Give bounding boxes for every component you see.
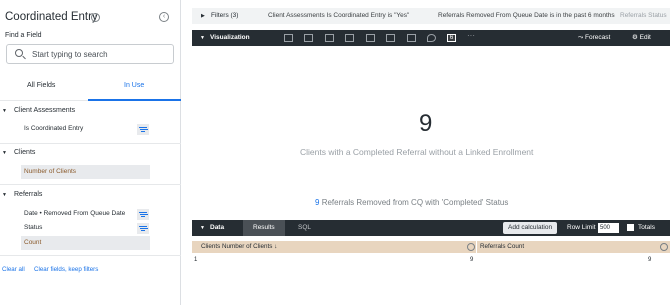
field-search-input[interactable]: Start typing to search (6, 44, 174, 64)
group-client-assessments[interactable]: Client Assessments (14, 107, 75, 114)
clear-fields-keep-filters-link[interactable]: Clear fields, keep filters (34, 266, 98, 273)
search-placeholder: Start typing to search (32, 50, 108, 59)
divider (0, 143, 181, 144)
add-calculation-button[interactable]: Add calculation (503, 222, 558, 234)
bar-chart-icon[interactable] (304, 34, 313, 42)
visualization-bar: ▼ Visualization 6 ··· ⤳ Forecast ⚙ Edit (192, 30, 670, 46)
filters-label[interactable]: Filters (3) (211, 8, 238, 24)
explore-content: ▶ Filters (3) Client Assessments Is Coor… (181, 0, 670, 305)
filter-summary: Client Assessments Is Coordinated Entry … (268, 12, 410, 19)
caret-down-icon[interactable]: ▼ (2, 192, 7, 198)
comparison-value: 9 (315, 198, 320, 207)
tab-sql[interactable]: SQL (288, 220, 321, 236)
table-cell: 9 (648, 257, 652, 263)
data-bar: ▼ Data Results SQL Add calculation Row L… (192, 220, 670, 236)
caret-down-icon[interactable]: ▼ (2, 108, 7, 114)
row-limit-label: Row Limit (567, 224, 596, 231)
single-value-number: 9 (419, 110, 433, 137)
field-is-coordinated-entry[interactable]: Is Coordinated Entry (21, 122, 150, 136)
group-referrals[interactable]: Referrals (14, 191, 42, 198)
edit-label: Edit (639, 34, 651, 41)
tab-in-use[interactable]: In Use (124, 82, 144, 89)
map-pin-icon[interactable] (427, 34, 436, 42)
scatter-chart-icon[interactable] (345, 34, 354, 42)
caret-right-icon[interactable]: ▶ (201, 8, 205, 24)
forecast-button[interactable]: ⤳ Forecast (578, 30, 610, 46)
gear-icon[interactable] (467, 243, 475, 251)
results-table-header: Clients Number of Clients ↓ Referrals Co… (192, 241, 670, 253)
gear-icon[interactable] (660, 243, 668, 251)
field-picker-panel: Coordinated Entry i ‹ Find a Field Start… (0, 0, 181, 305)
group-clients[interactable]: Clients (14, 149, 35, 156)
single-value-caption: Clients with a Completed Referral withou… (300, 147, 534, 157)
caret-down-icon[interactable]: ▼ (200, 30, 205, 46)
info-icon[interactable]: i (91, 13, 100, 22)
find-field-label: Find a Field (5, 32, 42, 39)
totals-checkbox[interactable] (627, 224, 634, 231)
comparison-label: Referrals Removed from CQ with 'Complete… (321, 198, 509, 207)
caret-down-icon[interactable]: ▼ (200, 220, 205, 236)
search-icon (15, 49, 23, 57)
filter-summary: Referrals Removed From Queue Date is in … (438, 12, 615, 19)
single-value-icon[interactable]: 6 (447, 34, 456, 42)
caret-down-icon[interactable]: ▼ (2, 150, 7, 156)
filter-icon[interactable] (137, 209, 149, 220)
tab-all-fields[interactable]: All Fields (27, 82, 55, 89)
visualization-label[interactable]: Visualization (210, 30, 250, 46)
totals-label: Totals (638, 224, 655, 231)
collapse-panel-icon[interactable]: ‹ (159, 12, 169, 22)
table-chart-icon[interactable] (284, 34, 293, 42)
filters-bar[interactable]: ▶ Filters (3) Client Assessments Is Coor… (192, 8, 670, 24)
explore-title: Coordinated Entry (5, 11, 98, 23)
data-label[interactable]: Data (210, 220, 224, 236)
active-tab-indicator (88, 99, 181, 101)
row-limit-input[interactable]: 500 (598, 223, 619, 233)
filter-icon[interactable] (137, 223, 149, 234)
comparison-text: 9 Referrals Removed from CQ with 'Comple… (315, 198, 508, 207)
area-chart-icon[interactable] (386, 34, 395, 42)
forecast-label: Forecast (585, 34, 611, 41)
column-header[interactable]: Clients Number of Clients ↓ (201, 241, 277, 253)
field-status[interactable]: Status (21, 221, 150, 235)
filter-summary: Referrals Status (620, 12, 667, 19)
pie-chart-icon[interactable] (407, 34, 416, 42)
line-chart-icon[interactable] (366, 34, 375, 42)
field-number-of-clients[interactable]: Number of Clients (21, 165, 150, 179)
more-visualizations-icon[interactable]: ··· (467, 28, 475, 44)
filter-icon[interactable] (137, 124, 149, 135)
row-index: 1 (194, 257, 198, 263)
divider (0, 255, 181, 256)
column-divider (476, 241, 477, 253)
column-chart-icon[interactable] (325, 34, 334, 42)
clear-all-link[interactable]: Clear all (2, 266, 25, 273)
table-cell: 9 (470, 257, 474, 263)
field-removed-from-queue-date[interactable]: Date • Removed From Queue Date (21, 207, 150, 221)
edit-button[interactable]: ⚙ Edit (632, 30, 651, 46)
divider (0, 184, 181, 185)
column-header[interactable]: Referrals Count (480, 241, 524, 253)
field-count[interactable]: Count (21, 236, 150, 250)
tab-results[interactable]: Results (243, 220, 285, 236)
